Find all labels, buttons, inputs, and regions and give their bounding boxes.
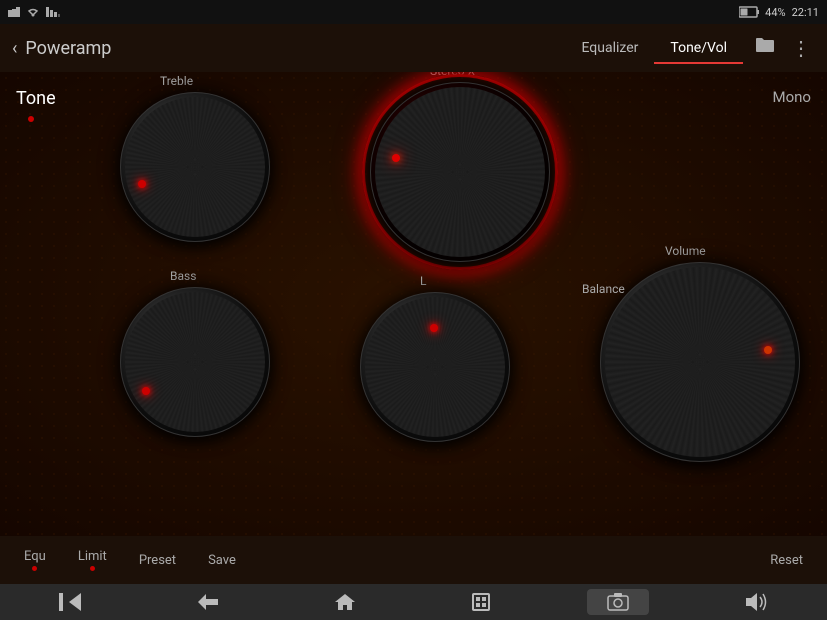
- volume-knob[interactable]: [600, 262, 800, 462]
- folder-icon[interactable]: [751, 32, 779, 64]
- tab-tonevol[interactable]: Tone/Vol: [654, 32, 743, 64]
- nav-bar: [0, 584, 827, 620]
- top-tabs: Equalizer Tone/Vol: [565, 32, 743, 64]
- status-bar: 44% 22:11: [0, 0, 827, 24]
- bottom-toolbar: Equ Limit Preset Save Reset: [0, 536, 827, 584]
- main-content: Tone Mono Treble Stereo X Bass L: [0, 72, 827, 536]
- volume-label: Volume: [665, 244, 706, 258]
- tab-equalizer[interactable]: Equalizer: [565, 32, 654, 64]
- balance-label: Balance: [582, 282, 625, 296]
- bass-label: Bass: [170, 269, 196, 283]
- treble-knob[interactable]: [120, 92, 270, 242]
- stereox-knob[interactable]: [370, 82, 550, 262]
- toolbar-limit[interactable]: Limit: [62, 545, 123, 575]
- volume-indicator: [764, 346, 772, 354]
- toolbar-limit-dot: [90, 566, 95, 571]
- toolbar-equ[interactable]: Equ: [8, 545, 62, 575]
- top-actions: ⋮: [751, 32, 815, 64]
- toolbar-equ-dot: [32, 566, 37, 571]
- l-indicator: [430, 324, 438, 332]
- time: 22:11: [792, 6, 819, 19]
- volume-knob-wrapper[interactable]: [600, 262, 800, 462]
- l-label: L: [420, 274, 426, 288]
- treble-container: Treble: [120, 92, 270, 242]
- more-icon[interactable]: ⋮: [787, 32, 815, 64]
- nav-back-skip[interactable]: [39, 589, 101, 615]
- bass-knob-wrapper[interactable]: [120, 287, 270, 437]
- back-button[interactable]: ‹: [12, 38, 17, 59]
- toolbar-preset[interactable]: Preset: [123, 549, 192, 572]
- data-icon: [46, 7, 60, 17]
- battery-icon: [739, 6, 759, 18]
- toolbar-reset[interactable]: Reset: [754, 549, 819, 572]
- nav-home[interactable]: [315, 588, 375, 616]
- tone-label: Tone: [16, 88, 56, 109]
- tone-dot: [28, 116, 34, 122]
- top-bar: ‹ Poweramp Equalizer Tone/Vol ⋮: [0, 24, 827, 72]
- toolbar-save[interactable]: Save: [192, 549, 252, 572]
- nav-recents[interactable]: [452, 589, 510, 615]
- bass-indicator: [142, 387, 150, 395]
- wifi-icon: [26, 7, 40, 17]
- l-knob-wrapper[interactable]: [360, 292, 510, 442]
- treble-indicator: [138, 180, 146, 188]
- stereox-container: Stereo X: [370, 82, 550, 262]
- toolbar-save-label: Save: [208, 553, 236, 568]
- status-icons-left: [8, 7, 60, 17]
- bass-knob[interactable]: [120, 287, 270, 437]
- treble-knob-wrapper[interactable]: [120, 92, 270, 242]
- stereox-indicator: [392, 154, 400, 162]
- app-title: Poweramp: [25, 38, 565, 59]
- bass-container: Bass: [120, 287, 270, 437]
- toolbar-preset-label: Preset: [139, 553, 176, 568]
- toolbar-limit-label: Limit: [78, 549, 107, 564]
- battery-percent: 44%: [765, 6, 785, 19]
- mono-label: Mono: [773, 88, 812, 106]
- l-container: L: [360, 292, 510, 442]
- nav-volume[interactable]: [726, 589, 788, 615]
- treble-label: Treble: [160, 74, 193, 88]
- status-icons-right: 44% 22:11: [739, 6, 819, 19]
- toolbar-equ-label: Equ: [24, 549, 46, 564]
- stereox-knob-wrapper[interactable]: [370, 82, 550, 262]
- nav-back[interactable]: [178, 590, 238, 614]
- nav-camera[interactable]: [587, 589, 649, 615]
- volume-container: Volume: [600, 262, 800, 462]
- l-knob[interactable]: [360, 292, 510, 442]
- phone-icon: [8, 7, 20, 17]
